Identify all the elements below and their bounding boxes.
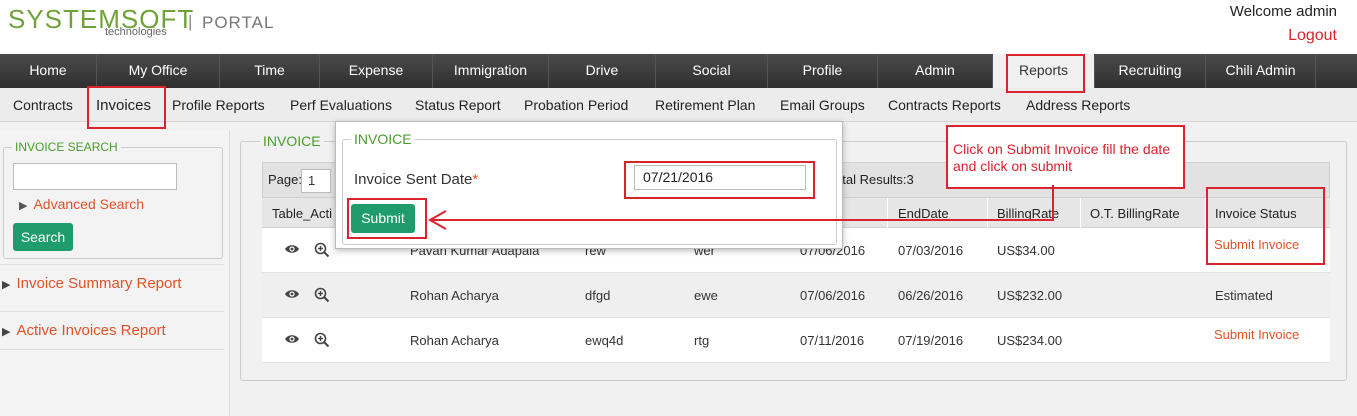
- annotation-arrow: [427, 185, 1054, 230]
